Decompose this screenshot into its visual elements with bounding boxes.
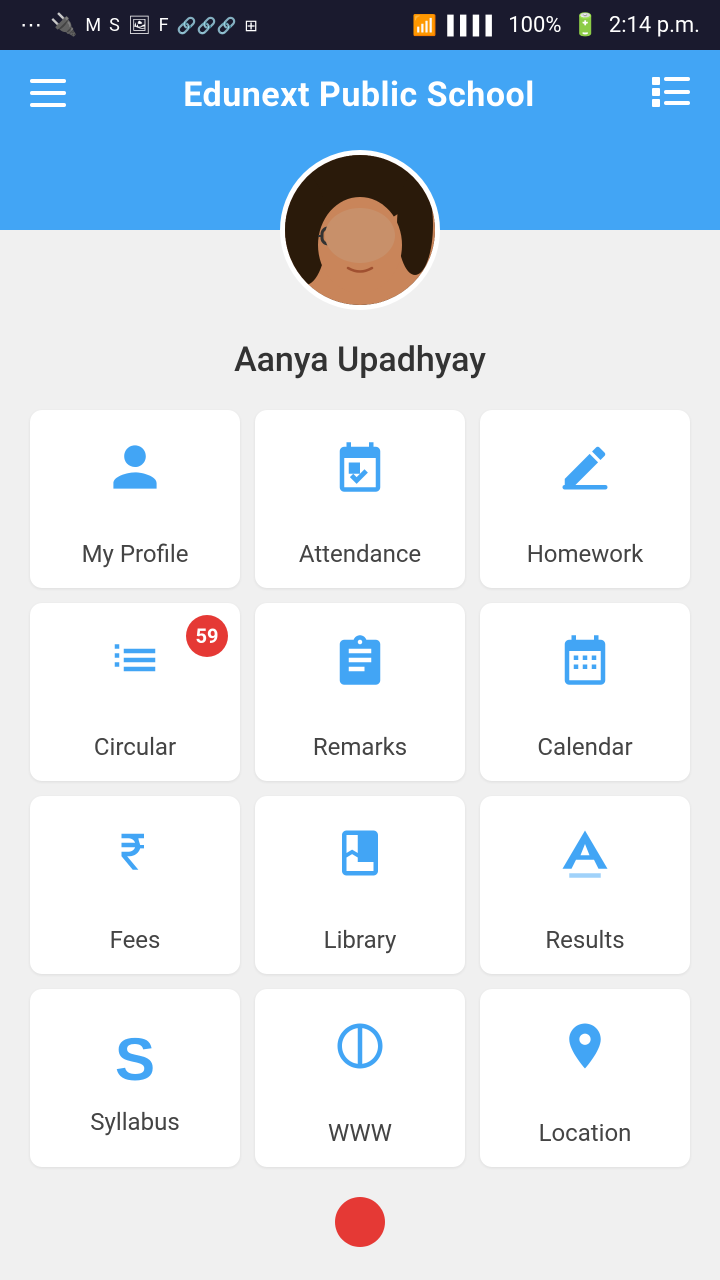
menu-item-calendar[interactable]: Calendar — [480, 603, 690, 781]
www-label: WWW — [328, 1119, 392, 1147]
fees-label: Fees — [110, 926, 161, 954]
results-label: Results — [545, 926, 624, 954]
globe-icon — [333, 1019, 387, 1101]
attendance-label: Attendance — [299, 540, 421, 568]
apps-icon: ⊞ — [244, 16, 257, 35]
image-icon: 🖼 — [128, 15, 151, 36]
menu-item-homework[interactable]: Homework — [480, 410, 690, 588]
syllabus-label: Syllabus — [90, 1108, 179, 1136]
s-icon: S — [109, 15, 120, 36]
calendar-label: Calendar — [537, 733, 632, 761]
menu-item-fees[interactable]: Fees — [30, 796, 240, 974]
avatar — [280, 150, 440, 310]
circular-label: Circular — [94, 733, 176, 761]
menu-item-syllabus[interactable]: S Syllabus — [30, 989, 240, 1167]
status-bar: ⋯ 🔌 M S 🖼 F 🔗🔗🔗 ⊞ 📶 ▌▌▌▌ 100% 🔋 2:14 p.m… — [0, 0, 720, 50]
status-right-info: 📶 ▌▌▌▌ 100% 🔋 2:14 p.m. — [412, 13, 700, 38]
pin-icon — [558, 1019, 612, 1101]
menu-item-attendance[interactable]: Attendance — [255, 410, 465, 588]
edit-square-icon — [558, 440, 612, 522]
list-view-button[interactable] — [652, 74, 690, 116]
status-left-icons: ⋯ 🔌 M S 🖼 F 🔗🔗🔗 ⊞ — [20, 13, 258, 38]
signal-icon: ▌▌▌▌ — [447, 15, 498, 36]
email-icon: M — [85, 15, 101, 36]
hamburger-menu-button[interactable] — [30, 74, 66, 116]
app-title: Edunext Public School — [183, 75, 534, 115]
my-profile-label: My Profile — [82, 540, 189, 568]
bottom-dot — [335, 1197, 385, 1247]
profile-name: Aanya Upadhyay — [234, 340, 486, 380]
bottom-indicator — [335, 1187, 385, 1252]
menu-item-my-profile[interactable]: My Profile — [30, 410, 240, 588]
battery-icon: 🔋 — [571, 13, 598, 38]
homework-label: Homework — [527, 540, 644, 568]
rupee-icon — [108, 827, 162, 908]
circular-badge: 59 — [186, 615, 228, 657]
clipboard-icon — [333, 633, 387, 715]
menu-item-remarks[interactable]: Remarks — [255, 603, 465, 781]
menu-item-www[interactable]: WWW — [255, 989, 465, 1167]
avatar-image — [280, 150, 440, 310]
menu-item-location[interactable]: Location — [480, 989, 690, 1167]
calendar-check-icon — [333, 440, 387, 522]
usb-icon: 🔌 — [50, 13, 77, 38]
menu-item-results[interactable]: Results — [480, 796, 690, 974]
calendar-grid-icon — [558, 633, 612, 715]
wifi-icon: 📶 — [412, 13, 437, 37]
battery-percent: 100% — [508, 13, 561, 38]
remarks-label: Remarks — [313, 733, 407, 761]
menu-item-circular[interactable]: 59 Circular — [30, 603, 240, 781]
location-label: Location — [539, 1119, 632, 1147]
avatar-container — [280, 150, 440, 310]
s-letter-icon: S — [115, 1030, 155, 1090]
person-icon — [108, 440, 162, 522]
list-bullet-icon — [108, 633, 162, 715]
time-display: 2:14 p.m. — [609, 13, 700, 38]
flipboard-icon: F — [159, 15, 169, 36]
results-icon — [558, 826, 612, 908]
navbar: Edunext Public School — [0, 50, 720, 140]
menu-item-library[interactable]: Library — [255, 796, 465, 974]
library-label: Library — [324, 926, 397, 954]
link-icons: 🔗🔗🔗 — [177, 16, 237, 35]
menu-grid: My Profile Attendance Homework — [20, 410, 700, 1187]
notification-icon: ⋯ — [20, 13, 42, 38]
profile-section: Aanya Upadhyay My Profile Attendance — [0, 230, 720, 1252]
book-icon — [333, 826, 387, 908]
